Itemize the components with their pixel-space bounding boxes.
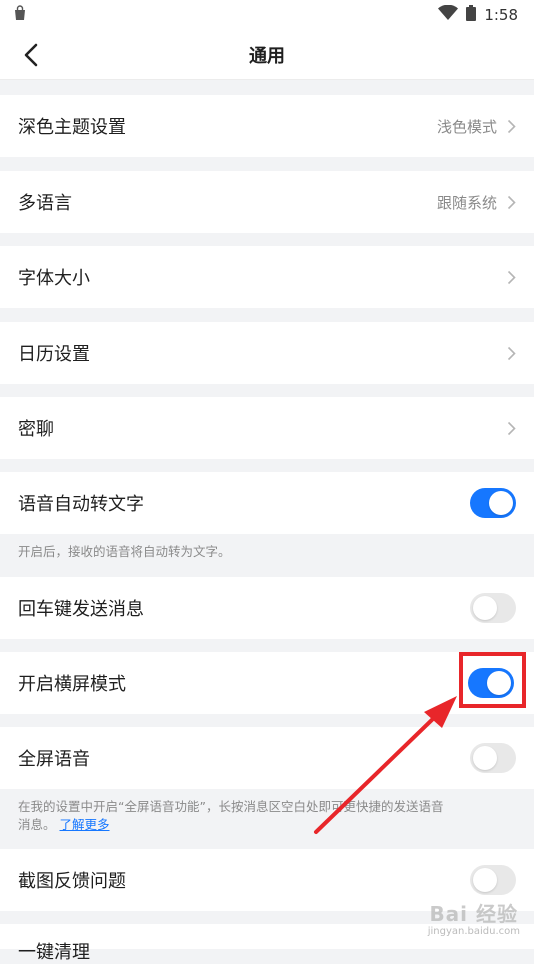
annotation-arrow: [314, 696, 457, 834]
watermark-logo: Bai 经验: [429, 902, 518, 926]
watermark-url: jingyan.baidu.com: [427, 926, 520, 937]
